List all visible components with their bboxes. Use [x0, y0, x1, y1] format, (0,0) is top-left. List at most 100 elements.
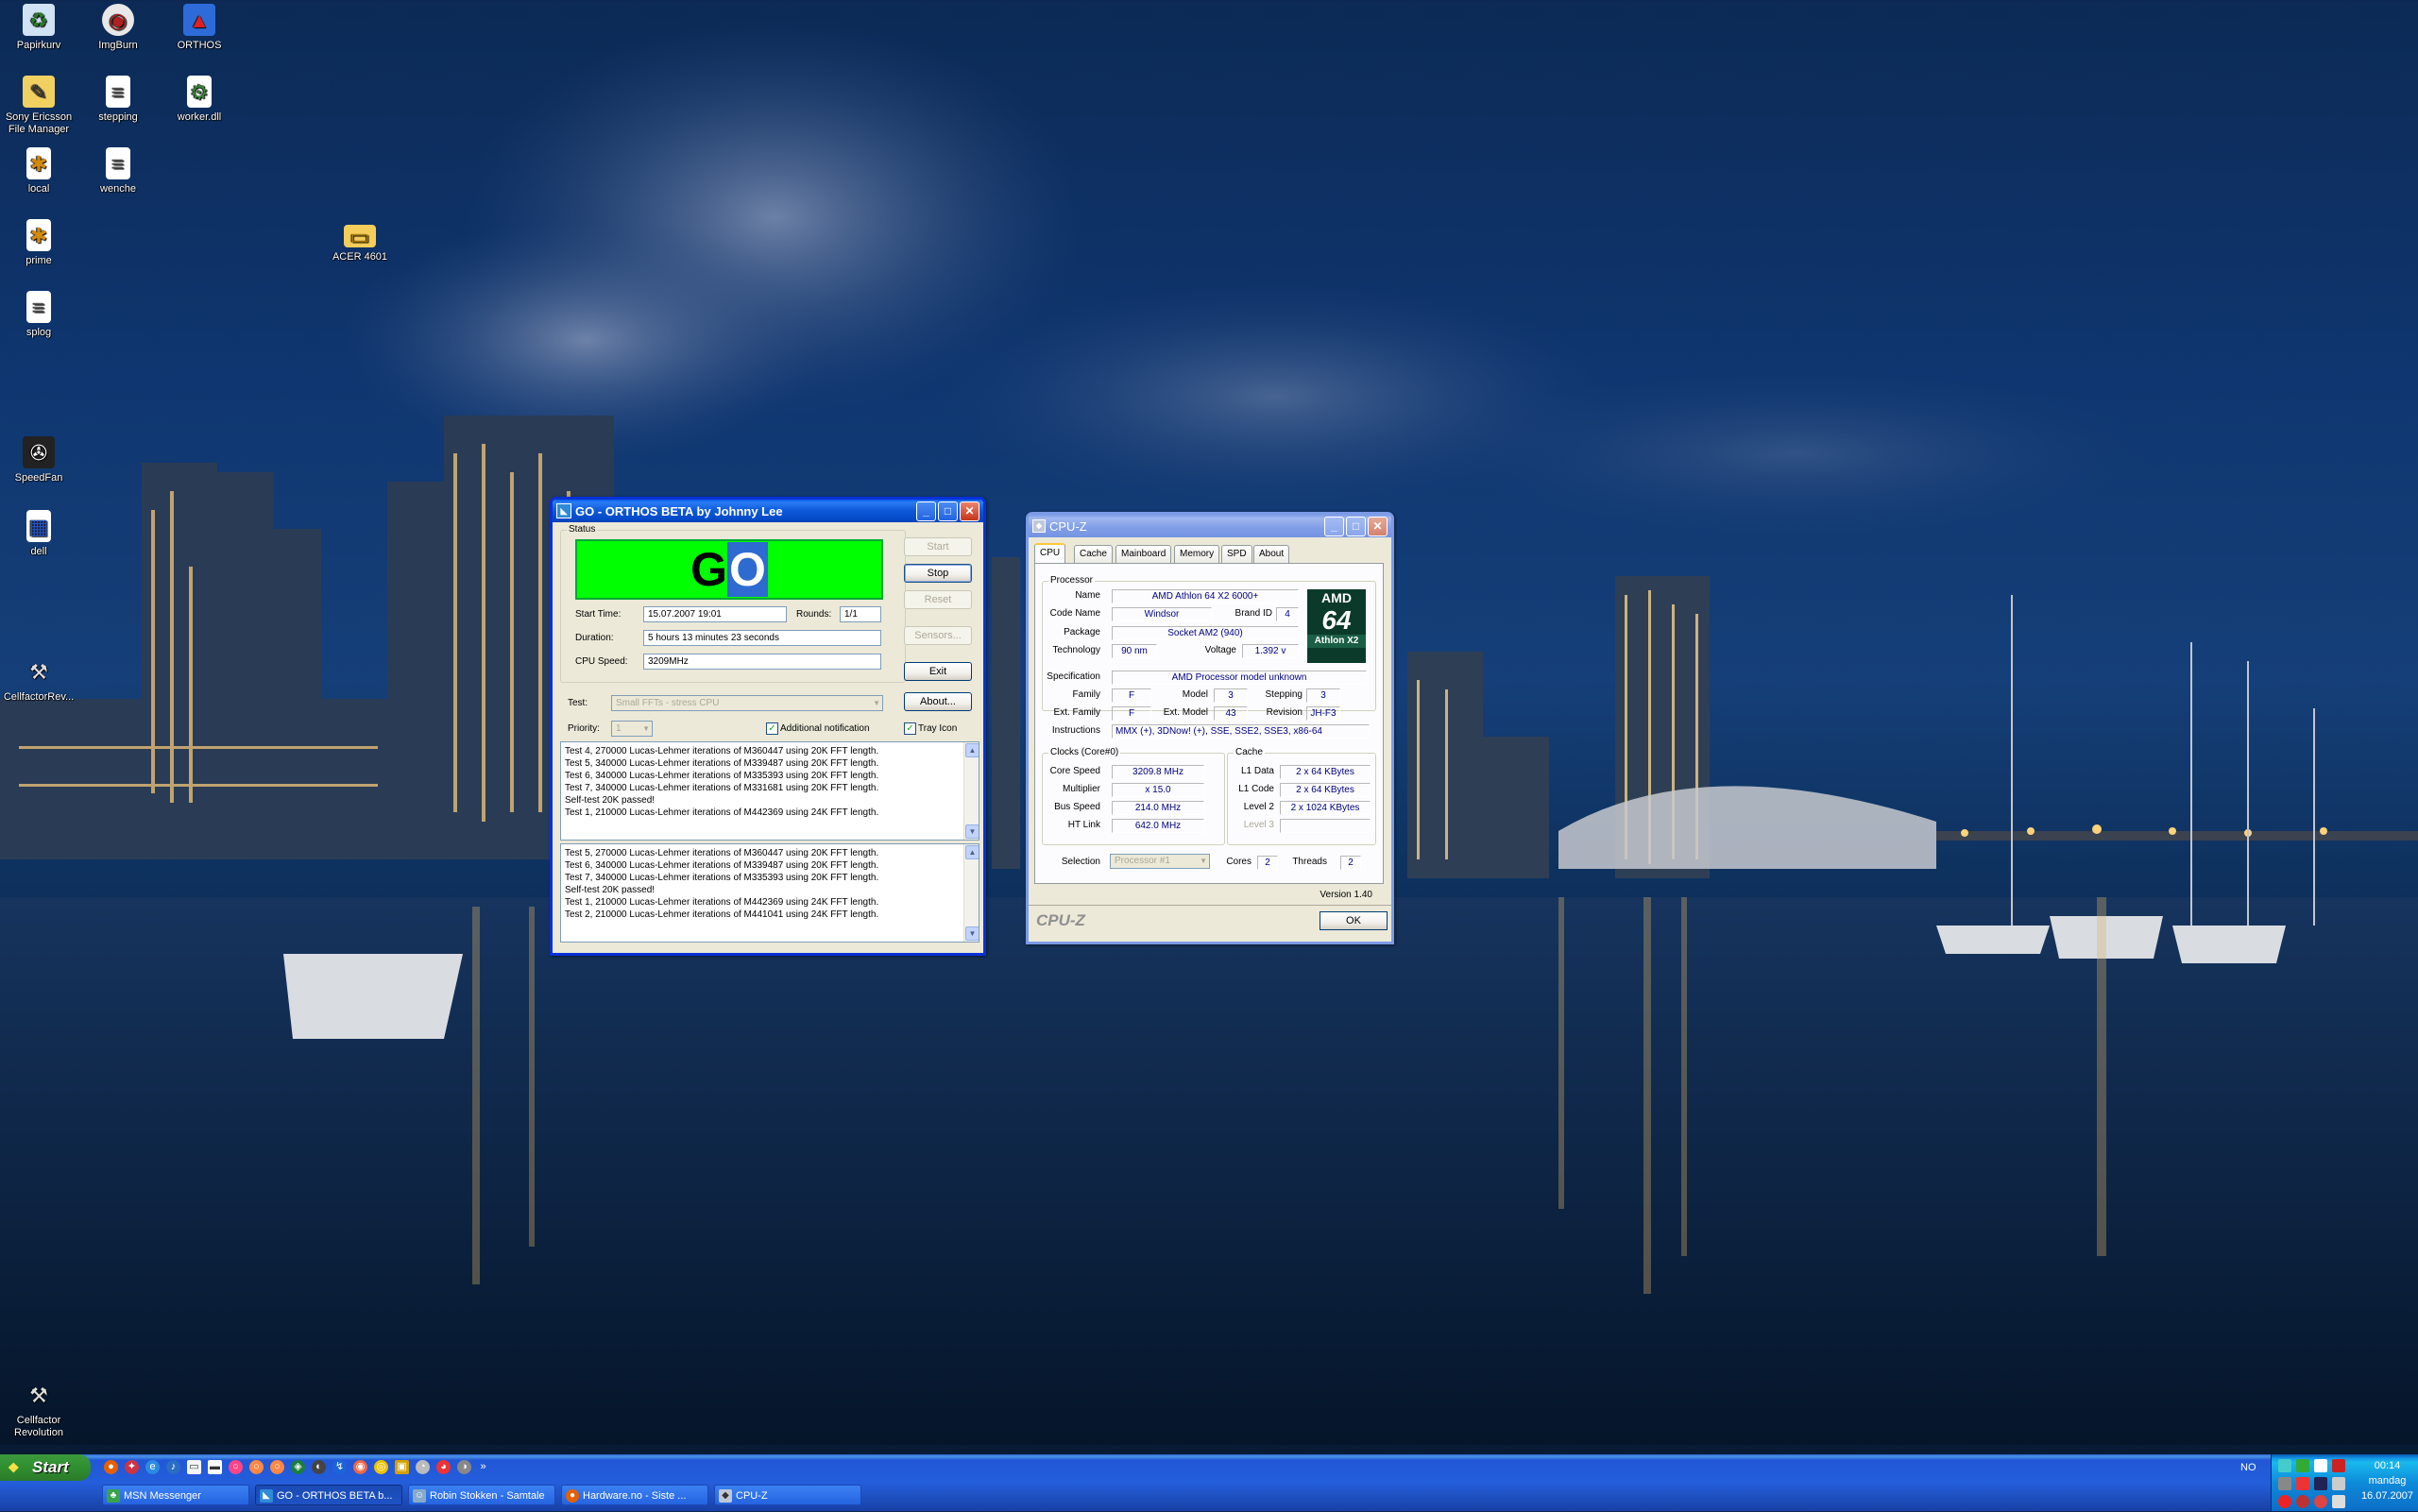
desktop-icon-papirkurv[interactable]: ♻ Papirkurv	[0, 4, 79, 52]
log-line: Self-test 20K passed!	[565, 885, 656, 895]
taskbar-item-msn[interactable]: ♣ MSN Messenger	[102, 1485, 249, 1505]
priority-select[interactable]: 1 ▼	[611, 721, 653, 737]
taskbar-item-orthos[interactable]: ◣ GO - ORTHOS BETA b...	[255, 1485, 402, 1505]
ok-button[interactable]: OK	[1320, 911, 1388, 930]
window-icon[interactable]: ▬	[208, 1460, 222, 1474]
reset-button[interactable]: Reset	[904, 590, 972, 609]
desktop-icon-cellfactor-revolution[interactable]: ⚒ Cellfactor Revolution	[0, 1379, 79, 1439]
tab-memory[interactable]: Memory	[1174, 545, 1220, 563]
desktop-icon-stepping[interactable]: ≡ stepping	[77, 76, 159, 124]
tab-cache[interactable]: Cache	[1074, 545, 1113, 563]
app-icon[interactable]: ◈	[291, 1460, 305, 1474]
scroll-up-icon[interactable]: ▲	[965, 845, 979, 859]
tab-mainboard[interactable]: Mainboard	[1115, 545, 1172, 563]
clock-day: mandag	[2368, 1475, 2407, 1487]
orthos-window: ◣ GO - ORTHOS BETA by Johnny Lee _ □ ✕ S…	[550, 497, 986, 956]
app-icon[interactable]: ◕	[436, 1460, 451, 1474]
app-icon[interactable]: ○	[270, 1460, 284, 1474]
desktop-icon-splog[interactable]: ≡ splog	[0, 291, 79, 339]
desktop-icon-cellfactor-rev[interactable]: ⚒ CellfactorRev...	[0, 655, 79, 704]
log-scrollbar[interactable]: ▲ ▼	[963, 742, 979, 840]
start-button[interactable]: Start	[904, 537, 972, 556]
app-icon[interactable]: ◐	[312, 1460, 326, 1474]
app-icon[interactable]: ◎	[374, 1460, 388, 1474]
additional-notification-checkbox[interactable]: ✓	[766, 722, 778, 735]
desktop-icon-worker-dll[interactable]: ⚙ worker.dll	[159, 76, 240, 124]
app-icon[interactable]: ◉	[353, 1460, 367, 1474]
orthos-titlebar[interactable]: ◣ GO - ORTHOS BETA by Johnny Lee _ □ ✕	[553, 500, 983, 522]
desktop-icon-prime[interactable]: ✱ prime	[0, 219, 79, 267]
taskbar-item-cpuz[interactable]: ◆ CPU-Z	[714, 1485, 861, 1505]
tab-cpu[interactable]: CPU	[1034, 543, 1066, 564]
media-icon[interactable]: ♪	[166, 1460, 180, 1474]
log-box-core1[interactable]: Test 4, 270000 Lucas-Lehmer iterations o…	[560, 741, 979, 841]
app-icon[interactable]: ↯	[332, 1460, 347, 1474]
security-icon[interactable]	[2296, 1459, 2310, 1472]
volume-icon[interactable]	[2332, 1495, 2346, 1508]
minimize-button[interactable]: _	[916, 501, 936, 521]
ie-icon[interactable]: e	[145, 1460, 160, 1474]
app-icon[interactable]: ✦	[125, 1460, 139, 1474]
taskbar-item-samtale[interactable]: ☺ Robin Stokken - Samtale	[408, 1485, 555, 1505]
tray-icon-checkbox[interactable]: ✓	[904, 722, 916, 735]
app-tray-icon[interactable]	[2296, 1477, 2310, 1490]
firefox-icon[interactable]: ●	[104, 1460, 118, 1474]
desktop-icon-local[interactable]: ✱ local	[0, 147, 79, 195]
about-button[interactable]: About...	[904, 692, 972, 711]
minimize-button[interactable]: _	[1324, 516, 1344, 536]
desktop-icon-wenche[interactable]: ≡ wenche	[77, 147, 159, 195]
orthos-icon: ◣	[260, 1489, 273, 1503]
desktop-icon-orthos[interactable]: ▲ ORTHOS	[159, 4, 240, 52]
app-icon[interactable]: ○	[249, 1460, 264, 1474]
expand-chevron-icon[interactable]: »	[476, 1460, 490, 1474]
desktop-icon-acer-4601[interactable]: ▭ ACER 4601	[319, 219, 400, 263]
app-icon[interactable]: ◔	[416, 1460, 430, 1474]
clock[interactable]: 00:14 mandag 16.07.2007	[2361, 1458, 2413, 1504]
test-select[interactable]: Small FFTs - stress CPU ▼	[611, 695, 883, 711]
language-indicator[interactable]: NO	[2240, 1462, 2256, 1473]
desktop-icon-imgburn[interactable]: ◉ ImgBurn	[77, 4, 159, 52]
scroll-up-icon[interactable]: ▲	[965, 743, 979, 757]
maximize-button[interactable]: □	[1346, 516, 1366, 536]
spec-value: AMD Processor model unknown	[1112, 671, 1367, 685]
close-button[interactable]: ✕	[1368, 516, 1388, 536]
technology-value: 90 nm	[1112, 644, 1157, 658]
app-icon[interactable]: ◑	[457, 1460, 471, 1474]
close-icon: ✕	[964, 504, 975, 518]
network-icon[interactable]	[2278, 1459, 2291, 1472]
ati-icon[interactable]	[2332, 1459, 2346, 1472]
app-tray-icon[interactable]	[2314, 1459, 2328, 1472]
cpuz-titlebar[interactable]: ◆ CPU-Z _ □ ✕	[1029, 515, 1391, 537]
show-desktop-icon[interactable]: ▭	[187, 1460, 201, 1474]
text-file-icon: ≡	[106, 76, 130, 108]
tab-about[interactable]: About	[1253, 545, 1290, 563]
desktop-icon-dell[interactable]: ▦ dell	[0, 510, 79, 558]
l1code-value: 2 x 64 KBytes	[1280, 783, 1371, 797]
orthos-body: Status G O Start Time: 15.07.2007 19:01 …	[553, 522, 983, 947]
start-button[interactable]: ❖ Start	[0, 1454, 91, 1481]
selection-select[interactable]: Processor #1 ▼	[1110, 854, 1210, 869]
scroll-down-icon[interactable]: ▼	[965, 926, 979, 941]
sensors-button[interactable]: Sensors...	[904, 626, 972, 645]
desktop-icon-speedfan[interactable]: ✇ SpeedFan	[0, 436, 79, 484]
game-icon: ⚒	[29, 1383, 48, 1407]
taskbar-item-hardware[interactable]: ● Hardware.no - Siste ...	[561, 1485, 708, 1505]
app-tray-icon[interactable]	[2278, 1477, 2291, 1490]
app-tray-icon[interactable]	[2314, 1495, 2328, 1508]
stop-button[interactable]: Stop	[904, 564, 972, 583]
app-tray-icon[interactable]	[2296, 1495, 2310, 1508]
app-tray-icon[interactable]	[2332, 1477, 2346, 1490]
close-button[interactable]: ✕	[960, 501, 979, 521]
maximize-button[interactable]: □	[938, 501, 958, 521]
model-value: 3	[1214, 688, 1248, 703]
app-icon[interactable]: ▣	[395, 1460, 409, 1474]
desktop-icon-sony-ericsson[interactable]: ✎ Sony Ericsson File Manager	[0, 76, 79, 136]
tab-spd[interactable]: SPD	[1221, 545, 1252, 563]
scroll-down-icon[interactable]: ▼	[965, 824, 979, 839]
log-box-core2[interactable]: Test 5, 270000 Lucas-Lehmer iterations o…	[560, 843, 979, 943]
log-scrollbar[interactable]: ▲ ▼	[963, 844, 979, 942]
media-tray-icon[interactable]	[2314, 1477, 2328, 1490]
app-icon[interactable]: ○	[229, 1460, 243, 1474]
exit-button[interactable]: Exit	[904, 662, 972, 681]
warning-tray-icon[interactable]	[2278, 1495, 2291, 1508]
